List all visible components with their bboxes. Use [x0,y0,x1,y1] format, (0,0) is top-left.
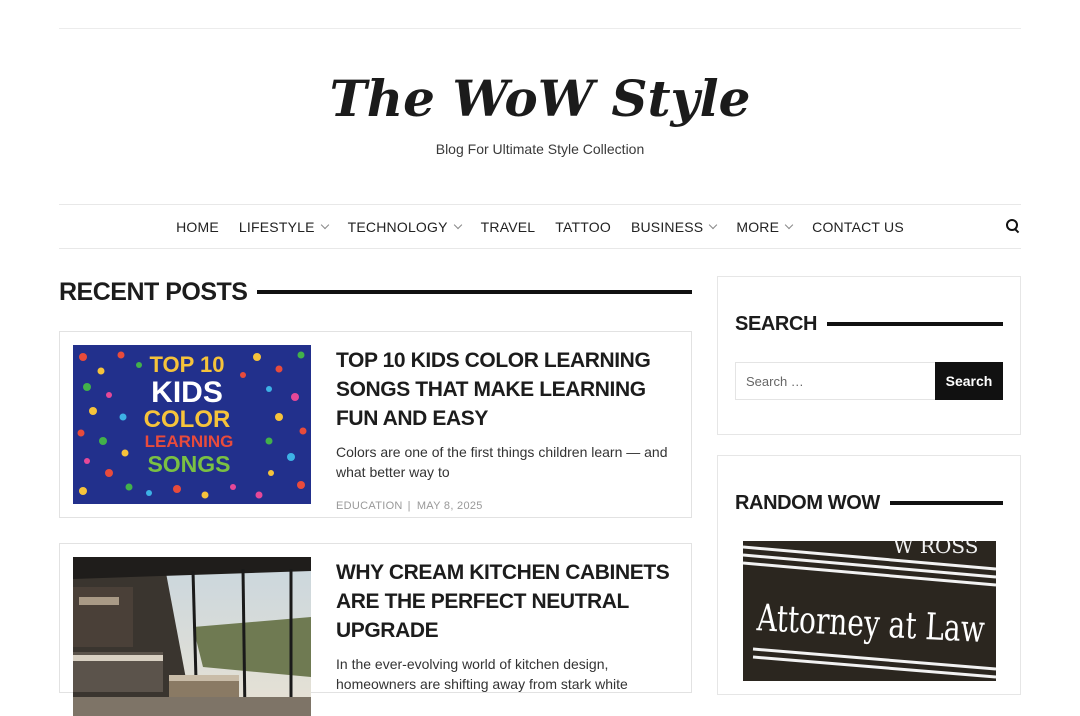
nav-item-label: TECHNOLOGY [347,219,448,235]
post-excerpt: Colors are one of the first things child… [336,444,668,480]
nav-item-home[interactable]: HOME [176,219,219,235]
nav-item-label: MORE [736,219,780,235]
nav-item-label: BUSINESS [630,219,704,235]
post-thumbnail[interactable] [73,557,311,716]
nav-item-label: LIFESTYLE [238,219,315,235]
post-category[interactable]: EDUCATION [336,500,403,512]
post-thumbnail[interactable]: TOP 10 KIDS COLOR LEARNING SONGS [73,345,311,504]
random-wow-heading-text: RANDOM WOW [735,491,880,514]
post-title[interactable]: TOP 10 KIDS COLOR LEARNING SONGS THAT MA… [336,346,676,433]
random-post-image[interactable]: W ROSS Attorney at Law [743,541,996,681]
nav-item-label: CONTACT US [812,219,904,235]
heading-rule [889,501,1003,505]
recent-posts-heading-text: RECENT POSTS [59,277,248,306]
thumb-line: COLOR [144,406,231,433]
main-navigation: HOME LIFESTYLE TECHNOLOGY TRAVEL TATTOO … [59,204,1021,249]
nav-item-technology[interactable]: TECHNOLOGY [347,219,462,235]
search-widget: SEARCH Search [717,276,1021,435]
post-card: TOP 10 KIDS COLOR LEARNING SONGS TOP 10 … [59,331,692,518]
nav-item-lifestyle[interactable]: LIFESTYLE [238,219,329,235]
nav-item-label: HOME [176,219,219,235]
heading-rule [827,322,1003,326]
nav-item-business[interactable]: BUSINESS [630,219,718,235]
top-divider [59,28,1021,29]
post-title[interactable]: WHY CREAM KITCHEN CABINETS ARE THE PERFE… [336,558,676,645]
nav-item-more[interactable]: MORE [736,219,794,235]
meta-separator: | [407,500,411,512]
thumbnail-lettering: TOP 10 KIDS COLOR LEARNING SONGS [144,352,234,477]
post-card: WHY CREAM KITCHEN CABINETS ARE THE PERFE… [59,543,692,716]
site-branding: The WoW Style Blog For Ultimate Style Co… [0,66,1080,157]
nav-item-travel[interactable]: TRAVEL [481,219,536,235]
attorney-sign-image: W ROSS Attorney at Law [743,541,996,681]
nav-menu: HOME LIFESTYLE TECHNOLOGY TRAVEL TATTOO … [59,205,1021,249]
chevron-down-icon [709,220,718,230]
sign-top-text: W ROSS [893,541,978,558]
kids-songs-thumbnail: TOP 10 KIDS COLOR LEARNING SONGS [73,345,311,504]
kitchen-thumbnail [73,557,311,716]
chevron-down-icon [320,220,329,230]
recent-posts-heading: RECENT POSTS [59,278,692,306]
post-body: WHY CREAM KITCHEN CABINETS ARE THE PERFE… [336,558,676,694]
nav-item-tattoo[interactable]: TATTOO [555,219,611,235]
site-tagline: Blog For Ultimate Style Collection [435,141,645,157]
random-wow-widget: RANDOM WOW W ROSS Attorney at Law [717,455,1021,695]
heading-rule [257,290,692,294]
search-widget-heading-text: SEARCH [735,312,818,335]
chevron-down-icon [453,220,462,230]
post-body: TOP 10 KIDS COLOR LEARNING SONGS THAT MA… [336,346,676,512]
post-excerpt: In the ever-evolving world of kitchen de… [336,656,628,692]
post-meta: EDUCATION | MAY 8, 2025 [336,500,676,512]
chevron-down-icon [784,220,794,230]
thumb-line: LEARNING [145,432,234,451]
post-date[interactable]: MAY 8, 2025 [417,500,483,512]
thumb-line: KIDS [151,376,223,409]
search-button[interactable]: Search [935,362,1003,400]
search-widget-heading: SEARCH [735,311,1003,337]
nav-item-contact-us[interactable]: CONTACT US [812,219,904,235]
search-icon[interactable] [1005,218,1021,234]
random-wow-heading: RANDOM WOW [735,490,1003,516]
site-logo[interactable]: The WoW Style [0,66,1080,132]
nav-item-label: TATTOO [555,219,611,235]
search-form: Search [735,362,1003,400]
nav-item-label: TRAVEL [480,219,536,235]
thumb-line: TOP 10 [149,352,224,377]
search-input[interactable] [735,362,935,400]
thumb-line: SONGS [147,451,230,477]
